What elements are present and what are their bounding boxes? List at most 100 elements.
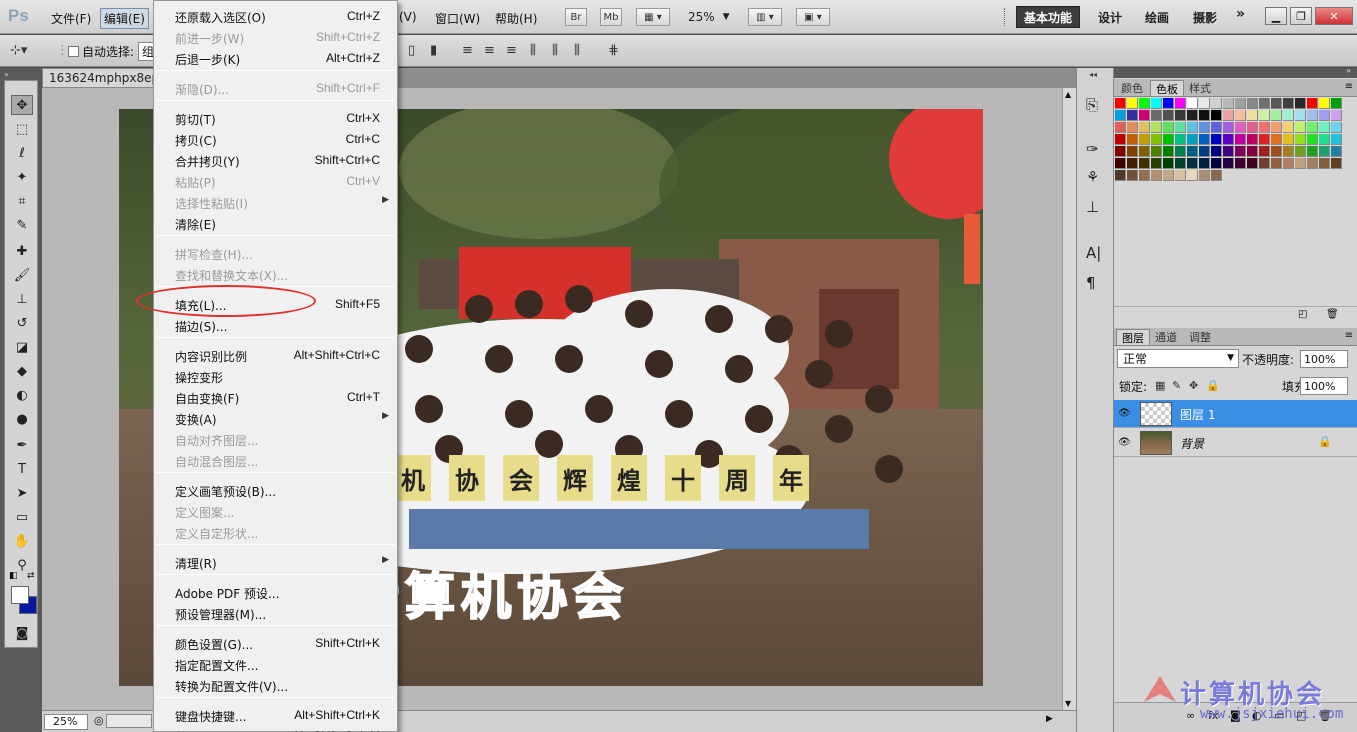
view-extras-button[interactable]: ▦ ▾ xyxy=(636,8,670,26)
history-panel-icon[interactable]: ⎘ xyxy=(1086,96,1098,114)
color-swatch[interactable] xyxy=(1127,122,1138,133)
workspace-essentials-button[interactable]: 基本功能 xyxy=(1016,6,1080,28)
minimize-icon[interactable]: ▁ xyxy=(1265,7,1287,25)
color-swatch[interactable] xyxy=(1259,98,1270,109)
tab-styles[interactable]: 样式 xyxy=(1184,80,1216,96)
color-swatch[interactable] xyxy=(1127,110,1138,121)
crop-tool-icon[interactable]: ⌗ xyxy=(11,191,33,211)
color-swatch[interactable] xyxy=(1259,158,1270,169)
clone-stamp-tool-icon[interactable]: ⊥ xyxy=(11,289,33,309)
color-swatch[interactable] xyxy=(1127,134,1138,145)
workspace-design[interactable]: 设计 xyxy=(1098,9,1122,26)
color-swatch[interactable] xyxy=(1295,134,1306,145)
color-swatch[interactable] xyxy=(1175,98,1186,109)
color-swatch[interactable] xyxy=(1283,146,1294,157)
paint-bucket-tool-icon[interactable]: ◆ xyxy=(11,361,33,381)
menu-window[interactable]: 窗口(W) xyxy=(432,9,483,28)
tab-layers[interactable]: 图层 xyxy=(1116,329,1150,345)
color-swatch[interactable] xyxy=(1163,170,1174,181)
color-swatch[interactable] xyxy=(1259,134,1270,145)
color-swatch[interactable] xyxy=(1151,170,1162,181)
color-swatch[interactable] xyxy=(1223,98,1234,109)
edit-menu-item[interactable]: 定义画笔预设(B)... xyxy=(154,479,397,500)
color-swatch[interactable] xyxy=(1295,110,1306,121)
eraser-tool-icon[interactable]: ◪ xyxy=(11,337,33,357)
edit-menu-item[interactable]: 自由变换(F) Ctrl+T xyxy=(154,386,397,407)
color-swatch[interactable] xyxy=(1115,170,1126,181)
color-swatch[interactable] xyxy=(1139,98,1150,109)
visibility-eye-icon[interactable]: 👁 xyxy=(1118,437,1131,448)
color-swatch[interactable] xyxy=(1115,134,1126,145)
color-swatch[interactable] xyxy=(1199,98,1210,109)
tab-swatches[interactable]: 色板 xyxy=(1150,80,1184,96)
color-swatch[interactable] xyxy=(1187,134,1198,145)
color-swatch[interactable] xyxy=(1211,98,1222,109)
color-swatch[interactable] xyxy=(1235,122,1246,133)
color-swatch[interactable] xyxy=(1115,146,1126,157)
color-swatch[interactable] xyxy=(1259,122,1270,133)
brush-panel-icon[interactable]: ✑ xyxy=(1086,140,1099,158)
color-swatch[interactable] xyxy=(1319,158,1330,169)
color-swatch[interactable] xyxy=(1223,146,1234,157)
menu-edit[interactable]: 编辑(E) xyxy=(100,8,149,29)
tool-presets-icon[interactable]: ⊥ xyxy=(1086,198,1099,216)
swatches-grid[interactable] xyxy=(1115,98,1345,198)
color-swatch[interactable] xyxy=(1151,110,1162,121)
color-swatch[interactable] xyxy=(1115,158,1126,169)
color-swatch[interactable] xyxy=(1247,146,1258,157)
checkbox-box[interactable] xyxy=(68,46,79,57)
color-swatch[interactable] xyxy=(1235,158,1246,169)
color-swatch[interactable] xyxy=(1319,146,1330,157)
brush-tool-icon[interactable]: 🖌 xyxy=(11,265,33,285)
color-swatch[interactable] xyxy=(1163,158,1174,169)
color-swatch[interactable] xyxy=(1163,122,1174,133)
edit-menu-item[interactable]: Adobe PDF 预设... xyxy=(154,581,397,602)
color-swatch[interactable] xyxy=(1187,122,1198,133)
workspace-photography[interactable]: 摄影 xyxy=(1193,9,1217,26)
quick-mask-icon[interactable]: ◙ xyxy=(11,623,33,643)
edit-menu-item[interactable]: 键盘快捷键... Alt+Shift+Ctrl+K xyxy=(154,704,397,725)
color-swatch[interactable] xyxy=(1283,110,1294,121)
color-swatch[interactable] xyxy=(1307,122,1318,133)
screen-mode-button[interactable]: ▣ ▾ xyxy=(796,8,830,26)
menu-file[interactable]: 文件(F) xyxy=(48,9,94,28)
color-swatch[interactable] xyxy=(1199,134,1210,145)
color-swatch[interactable] xyxy=(1319,110,1330,121)
color-swatch[interactable] xyxy=(1235,134,1246,145)
color-swatch[interactable] xyxy=(1175,170,1186,181)
move-tool-preset-icon[interactable]: ⊹▾ xyxy=(10,43,27,58)
color-swatch[interactable] xyxy=(1151,146,1162,157)
color-swatch[interactable] xyxy=(1211,134,1222,145)
color-swatch[interactable] xyxy=(1235,146,1246,157)
lock-transparency-icon[interactable]: ▦ xyxy=(1155,379,1165,392)
quick-select-tool-icon[interactable]: ✦ xyxy=(11,167,33,187)
color-swatch[interactable] xyxy=(1247,110,1258,121)
bridge-button[interactable]: Br xyxy=(565,8,587,26)
type-tool-icon[interactable]: T xyxy=(11,459,33,479)
color-swatch[interactable] xyxy=(1271,146,1282,157)
color-swatch[interactable] xyxy=(1247,122,1258,133)
auto-align-icon[interactable]: ⋕ xyxy=(608,43,619,58)
distribute-vcenter-icon[interactable]: ≡ xyxy=(484,43,495,58)
blur-tool-icon[interactable]: ● xyxy=(11,409,33,429)
color-swatch[interactable] xyxy=(1283,134,1294,145)
scroll-right-icon[interactable]: ▶ xyxy=(1046,714,1053,724)
color-swatch[interactable] xyxy=(1115,122,1126,133)
collapse-arrows-icon[interactable]: » xyxy=(4,70,9,79)
color-swatch[interactable] xyxy=(1127,146,1138,157)
color-swatch[interactable] xyxy=(1151,134,1162,145)
color-swatch[interactable] xyxy=(1271,122,1282,133)
status-menu-button[interactable] xyxy=(106,714,152,728)
color-swatch[interactable] xyxy=(1175,110,1186,121)
default-colors-icon[interactable]: ◧ xyxy=(9,571,18,581)
panel-menu-icon[interactable]: ≡ xyxy=(1345,330,1353,341)
color-swatch[interactable] xyxy=(1247,158,1258,169)
opacity-field[interactable]: 100% xyxy=(1300,350,1348,368)
healing-brush-tool-icon[interactable]: ✚ xyxy=(11,241,33,261)
menu-help[interactable]: 帮助(H) xyxy=(492,9,540,28)
color-swatch[interactable] xyxy=(1307,98,1318,109)
layer-row[interactable]: 👁 背景 🔒 xyxy=(1114,429,1357,457)
color-swatch[interactable] xyxy=(1247,98,1258,109)
color-swatch[interactable] xyxy=(1139,122,1150,133)
color-swatch[interactable] xyxy=(1331,134,1342,145)
